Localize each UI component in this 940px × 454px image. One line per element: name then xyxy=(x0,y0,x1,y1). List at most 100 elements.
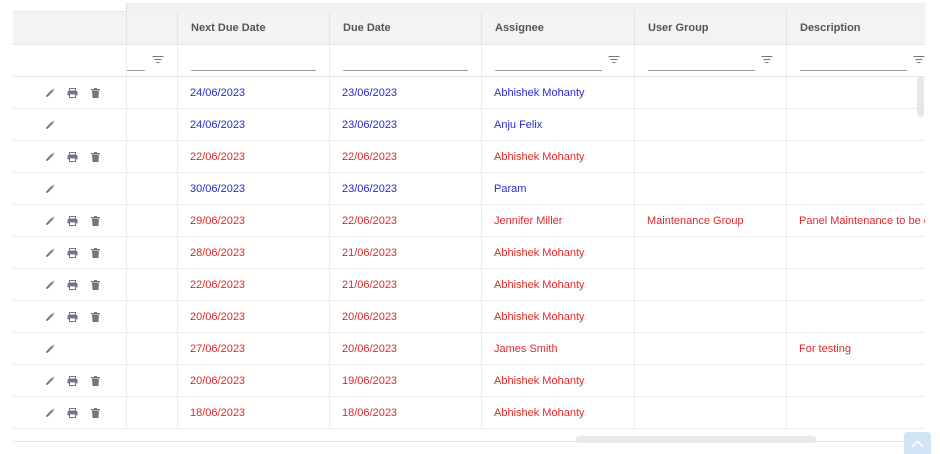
print-icon[interactable] xyxy=(67,248,78,258)
filter-cell-description xyxy=(786,45,925,77)
filter-icon[interactable] xyxy=(608,55,620,65)
table-row[interactable]: 22/06/2023 22/06/2023 Abhishek Mohanty xyxy=(13,141,925,173)
print-icon[interactable] xyxy=(67,152,78,162)
table-row[interactable]: 20/06/2023 19/06/2023 Abhishek Mohanty xyxy=(13,365,925,397)
print-icon[interactable] xyxy=(67,312,78,322)
row-actions xyxy=(13,237,126,269)
cell-next-due-date: 27/06/2023 xyxy=(190,343,246,355)
scroll-to-top-button[interactable] xyxy=(904,432,931,454)
cell-description xyxy=(786,237,925,269)
cell-due-date: 23/06/2023 xyxy=(342,183,398,195)
header-user-group[interactable]: User Group xyxy=(634,12,786,45)
filter-icon[interactable] xyxy=(761,55,773,65)
edit-icon[interactable] xyxy=(45,312,55,322)
filter-cell-assignee xyxy=(481,45,634,77)
edit-icon[interactable] xyxy=(45,216,55,226)
row-actions xyxy=(13,77,126,109)
cell-next-due-date: 30/06/2023 xyxy=(190,183,246,195)
filter-cell-next-due-date xyxy=(177,45,329,77)
row-actions xyxy=(13,269,126,301)
filter-icon[interactable] xyxy=(913,55,925,65)
delete-icon[interactable] xyxy=(91,312,100,322)
filter-icon[interactable] xyxy=(152,55,164,65)
cell-description xyxy=(786,77,925,109)
cell-next-due-date: 24/06/2023 xyxy=(190,87,246,99)
cell-due-date: 21/06/2023 xyxy=(342,279,398,291)
print-icon[interactable] xyxy=(67,376,78,386)
cell-due-date: 20/06/2023 xyxy=(342,311,398,323)
delete-icon[interactable] xyxy=(91,376,100,386)
row-actions xyxy=(13,173,126,205)
print-icon[interactable] xyxy=(67,280,78,290)
edit-icon[interactable] xyxy=(45,184,55,194)
table-row[interactable]: 28/06/2023 21/06/2023 Abhishek Mohanty xyxy=(13,237,925,269)
cell-user-group xyxy=(634,77,786,109)
header-next-due-date[interactable]: Next Due Date xyxy=(177,12,329,45)
print-icon[interactable] xyxy=(67,88,78,98)
delete-icon[interactable] xyxy=(91,216,100,226)
edit-icon[interactable] xyxy=(45,248,55,258)
header-description[interactable]: Description xyxy=(786,12,925,45)
print-icon[interactable] xyxy=(67,216,78,226)
filter-cell-hidden xyxy=(126,45,177,77)
header-assignee[interactable]: Assignee xyxy=(481,12,634,45)
cell-next-due-date: 22/06/2023 xyxy=(190,151,246,163)
cell-user-group xyxy=(634,109,786,141)
table-row[interactable]: 29/06/2023 22/06/2023 Jennifer Miller Maint… xyxy=(13,205,925,237)
grid-filter-row xyxy=(13,45,925,77)
table-row[interactable]: 24/06/2023 23/06/2023 Abhishek Mohanty xyxy=(13,77,925,109)
cell-user-group xyxy=(634,301,786,333)
cell-next-due-date: 29/06/2023 xyxy=(190,215,246,227)
edit-icon[interactable] xyxy=(45,88,55,98)
cell-next-due-date: 20/06/2023 xyxy=(190,375,246,387)
delete-icon[interactable] xyxy=(91,248,100,258)
cell-due-date: 23/06/2023 xyxy=(342,87,398,99)
edit-icon[interactable] xyxy=(45,408,55,418)
cell-description: For testing xyxy=(799,343,851,355)
delete-icon[interactable] xyxy=(91,408,100,418)
table-row[interactable]: 24/06/2023 23/06/2023 Anju Felix xyxy=(13,109,925,141)
row-actions xyxy=(13,397,126,429)
table-row[interactable]: 18/06/2023 18/06/2023 Abhishek Mohanty xyxy=(13,397,925,429)
cell-assignee: James Smith xyxy=(494,343,558,355)
grid-top-strip xyxy=(13,0,925,12)
cell-due-date: 21/06/2023 xyxy=(342,247,398,259)
edit-icon[interactable] xyxy=(45,120,55,130)
edit-icon[interactable] xyxy=(45,152,55,162)
header-due-date[interactable]: Due Date xyxy=(329,12,481,45)
table-row[interactable]: 30/06/2023 23/06/2023 Param xyxy=(13,173,925,205)
vertical-scrollbar[interactable] xyxy=(917,77,924,117)
print-icon[interactable] xyxy=(67,408,78,418)
delete-icon[interactable] xyxy=(91,280,100,290)
delete-icon[interactable] xyxy=(91,88,100,98)
cell-description xyxy=(786,141,925,173)
delete-icon[interactable] xyxy=(91,152,100,162)
cell-due-date: 20/06/2023 xyxy=(342,343,398,355)
filter-input-hidden[interactable] xyxy=(127,53,145,71)
edit-icon[interactable] xyxy=(45,280,55,290)
row-actions xyxy=(13,141,126,173)
cell-due-date: 22/06/2023 xyxy=(342,151,398,163)
header-hidden-column xyxy=(126,12,177,45)
cell-next-due-date: 28/06/2023 xyxy=(190,247,246,259)
row-actions xyxy=(13,109,126,141)
cell-due-date: 23/06/2023 xyxy=(342,119,398,131)
table-row[interactable]: 20/06/2023 20/06/2023 Abhishek Mohanty xyxy=(13,301,925,333)
cell-description xyxy=(786,109,925,141)
edit-icon[interactable] xyxy=(45,376,55,386)
cell-assignee: Abhishek Mohanty xyxy=(494,311,585,323)
filter-input-description[interactable] xyxy=(800,53,907,71)
cell-description xyxy=(786,365,925,397)
cell-due-date: 19/06/2023 xyxy=(342,375,398,387)
filter-input-user-group[interactable] xyxy=(648,53,755,71)
cell-description xyxy=(786,173,925,205)
edit-icon[interactable] xyxy=(45,344,55,354)
cell-assignee: Abhishek Mohanty xyxy=(494,375,585,387)
table-row[interactable]: 22/06/2023 21/06/2023 Abhishek Mohanty xyxy=(13,269,925,301)
filter-input-assignee[interactable] xyxy=(495,53,602,71)
filter-input-next-due-date[interactable] xyxy=(191,53,316,71)
filter-input-due-date[interactable] xyxy=(343,53,468,71)
table-row[interactable]: 27/06/2023 20/06/2023 James Smith For testi… xyxy=(13,333,925,365)
row-actions xyxy=(13,365,126,397)
row-actions xyxy=(13,333,126,365)
